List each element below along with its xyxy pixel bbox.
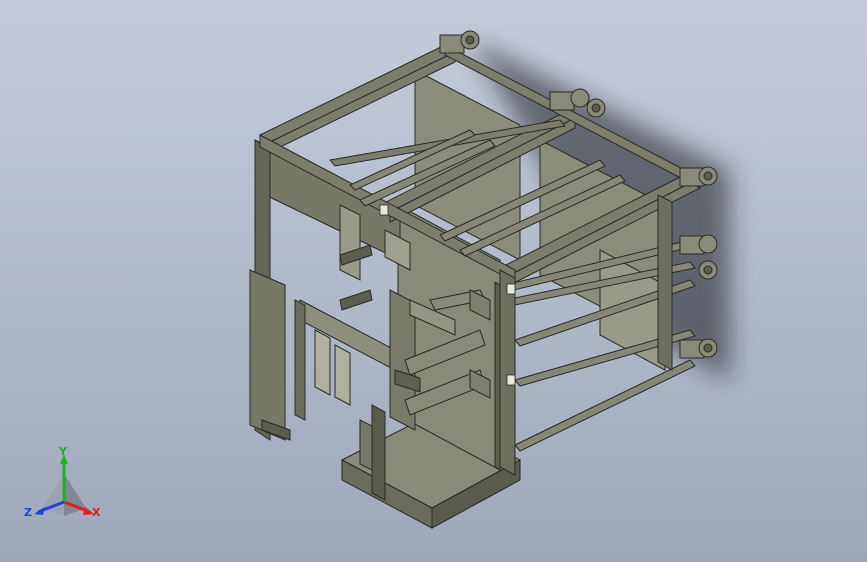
caster-wheel xyxy=(679,166,718,187)
triad-z-label: Z xyxy=(24,506,32,519)
caster-wheel xyxy=(439,30,480,54)
graphics-viewport[interactable]: Y X Z xyxy=(0,0,867,562)
orientation-triad[interactable]: Y X Z xyxy=(22,446,106,530)
triad-y-label: Y xyxy=(58,446,68,458)
triad-x-label: X xyxy=(92,506,101,519)
cad-assembly-model[interactable] xyxy=(0,0,867,562)
triad-z-arrowhead xyxy=(34,507,45,515)
caster-wheel xyxy=(679,338,718,359)
